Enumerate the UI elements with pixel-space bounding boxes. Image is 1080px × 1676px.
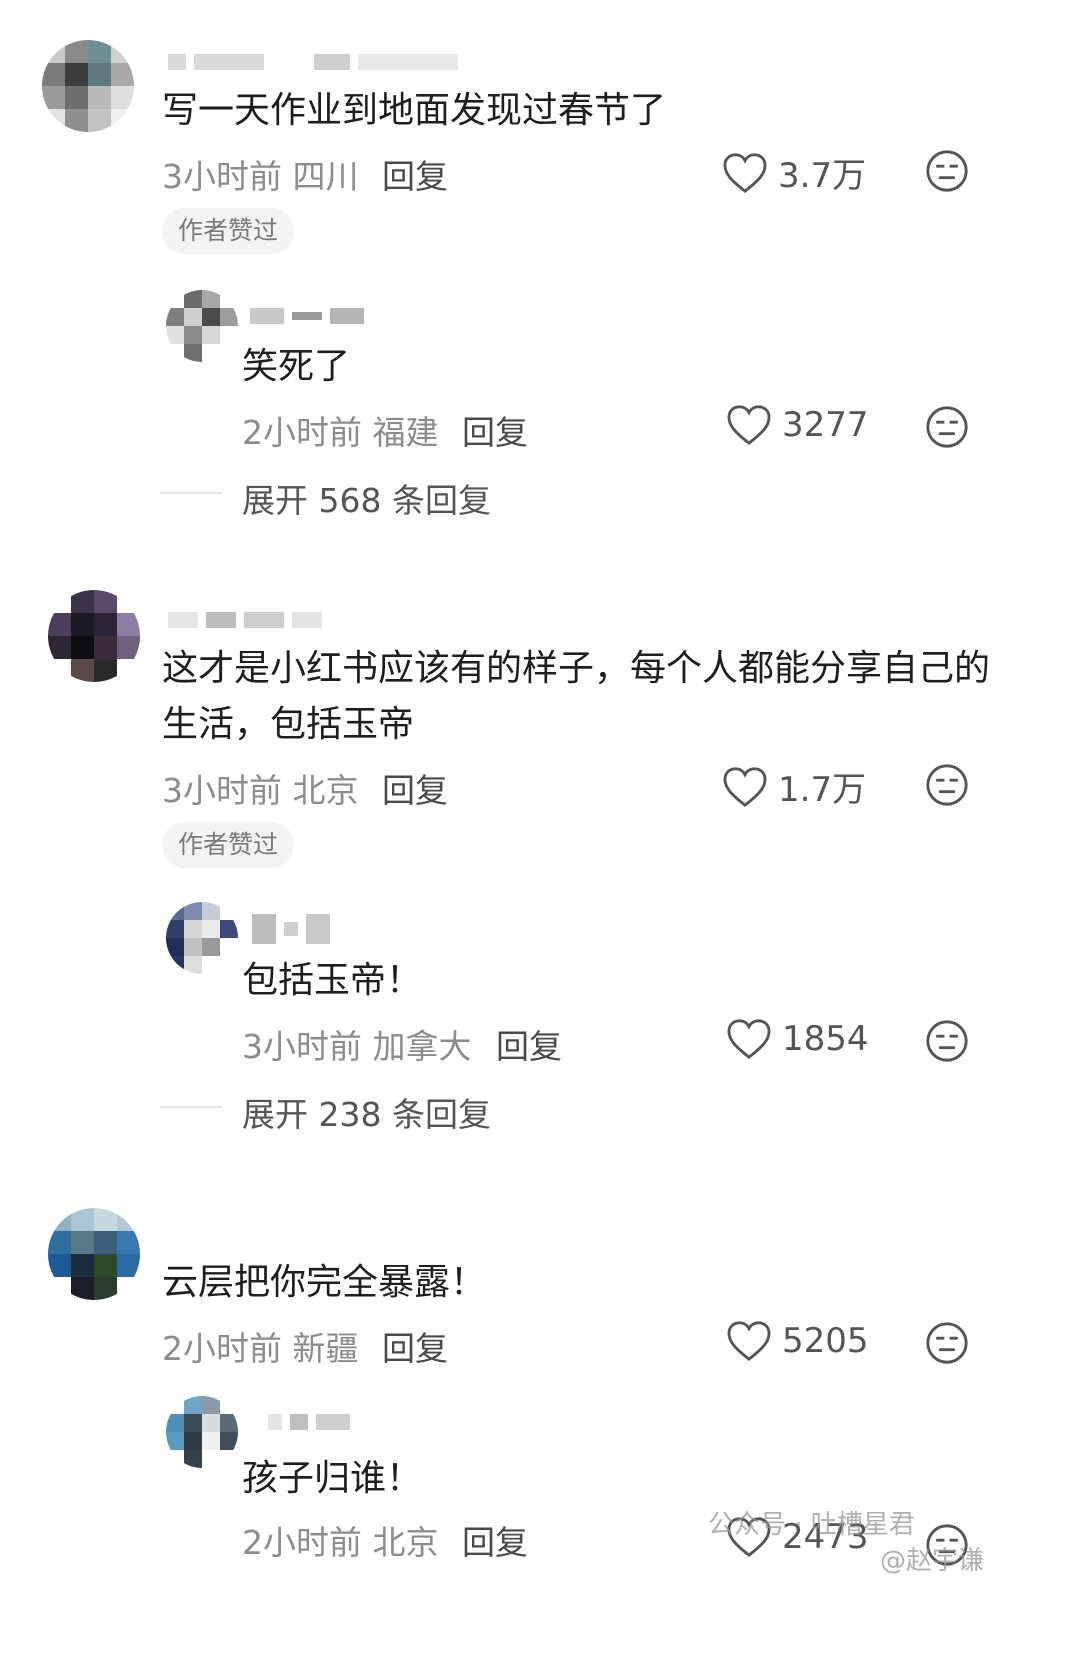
like-button[interactable]: 1854 xyxy=(726,1018,869,1060)
reply-location: 福建 xyxy=(372,413,439,452)
expand-divider xyxy=(160,492,222,494)
comment-location: 新疆 xyxy=(292,1329,359,1368)
expand-replies-button[interactable]: 展开 238 条回复 xyxy=(242,1088,491,1136)
avatar[interactable] xyxy=(166,1396,238,1468)
reply-button[interactable]: 回复 xyxy=(382,1322,448,1370)
reply-button[interactable]: 回复 xyxy=(462,1516,528,1564)
username-blurred[interactable] xyxy=(250,308,364,324)
neutral-face-icon[interactable] xyxy=(924,762,970,808)
heart-outline-icon xyxy=(727,405,771,445)
like-button[interactable]: 3.7万 xyxy=(722,148,866,197)
like-button[interactable]: 3277 xyxy=(726,404,869,446)
reply-meta: 2小时前 福建 xyxy=(242,406,439,454)
wechat-watermark: 公众号 · 吐槽星君 xyxy=(708,1510,915,1540)
comment-text-line1: 这才是小红书应该有的样子，每个人都能分享自己的 xyxy=(162,648,991,689)
reply-text: 孩子归谁！ xyxy=(242,1458,423,1499)
like-count: 3.7万 xyxy=(778,156,867,196)
comment-meta: 3小时前 北京 xyxy=(162,764,359,812)
comment-location: 四川 xyxy=(292,157,359,196)
reply-text: 笑死了 xyxy=(242,346,351,387)
avatar[interactable] xyxy=(48,1208,140,1300)
author-liked-badge: 作者赞过 xyxy=(162,822,295,868)
reply-button[interactable]: 回复 xyxy=(382,150,448,198)
neutral-face-icon[interactable] xyxy=(924,148,970,194)
comment-text: 云层把你完全暴露！ xyxy=(162,1262,487,1303)
heart-outline-icon xyxy=(723,152,767,193)
reply-button[interactable]: 回复 xyxy=(462,406,528,454)
reply-meta: 2小时前 北京 xyxy=(242,1516,439,1564)
like-button[interactable]: 1.7万 xyxy=(722,762,866,811)
expand-replies-button[interactable]: 展开 568 条回复 xyxy=(242,474,491,522)
comment-time: 3小时前 xyxy=(162,771,282,810)
reply-location: 加拿大 xyxy=(372,1027,472,1066)
comment-meta: 2小时前 新疆 xyxy=(162,1322,359,1370)
like-count: 1854 xyxy=(782,1019,869,1059)
author-liked-badge: 作者赞过 xyxy=(162,208,295,254)
avatar[interactable] xyxy=(166,902,238,974)
reply-time: 2小时前 xyxy=(242,413,362,452)
like-count: 3277 xyxy=(782,405,869,445)
weibo-watermark: @赵宇谦 xyxy=(880,1546,985,1576)
like-count: 5205 xyxy=(782,1321,869,1361)
heart-outline-icon xyxy=(727,1019,771,1059)
comment-time: 2小时前 xyxy=(162,1329,282,1368)
comment-location: 北京 xyxy=(292,771,359,810)
reply-button[interactable]: 回复 xyxy=(382,764,448,812)
heart-outline-icon xyxy=(723,766,767,807)
reply-text: 包括玉帝！ xyxy=(242,960,423,1001)
neutral-face-icon[interactable] xyxy=(924,404,970,450)
reply-button[interactable]: 回复 xyxy=(496,1020,562,1068)
reply-time: 2小时前 xyxy=(242,1523,362,1562)
avatar[interactable] xyxy=(48,590,140,682)
comment-time: 3小时前 xyxy=(162,157,282,196)
reply-meta: 3小时前 加拿大 xyxy=(242,1020,472,1068)
neutral-face-icon[interactable] xyxy=(924,1018,970,1064)
comment-text: 写一天作业到地面发现过春节了 xyxy=(162,90,667,131)
avatar[interactable] xyxy=(166,290,238,362)
neutral-face-icon[interactable] xyxy=(924,1320,970,1366)
reply-location: 北京 xyxy=(372,1523,439,1562)
like-count: 1.7万 xyxy=(778,770,867,810)
heart-outline-icon xyxy=(727,1321,771,1361)
avatar[interactable] xyxy=(42,40,134,132)
username-blurred[interactable] xyxy=(268,1414,350,1430)
expand-divider xyxy=(160,1106,222,1108)
comment-text-line2: 生活，包括玉帝 xyxy=(162,704,415,745)
username-blurred[interactable] xyxy=(252,914,330,944)
username-blurred[interactable] xyxy=(168,612,322,628)
like-button[interactable]: 5205 xyxy=(726,1320,869,1362)
reply-time: 3小时前 xyxy=(242,1027,362,1066)
comment-meta: 3小时前 四川 xyxy=(162,150,359,198)
username-blurred[interactable] xyxy=(168,54,458,70)
